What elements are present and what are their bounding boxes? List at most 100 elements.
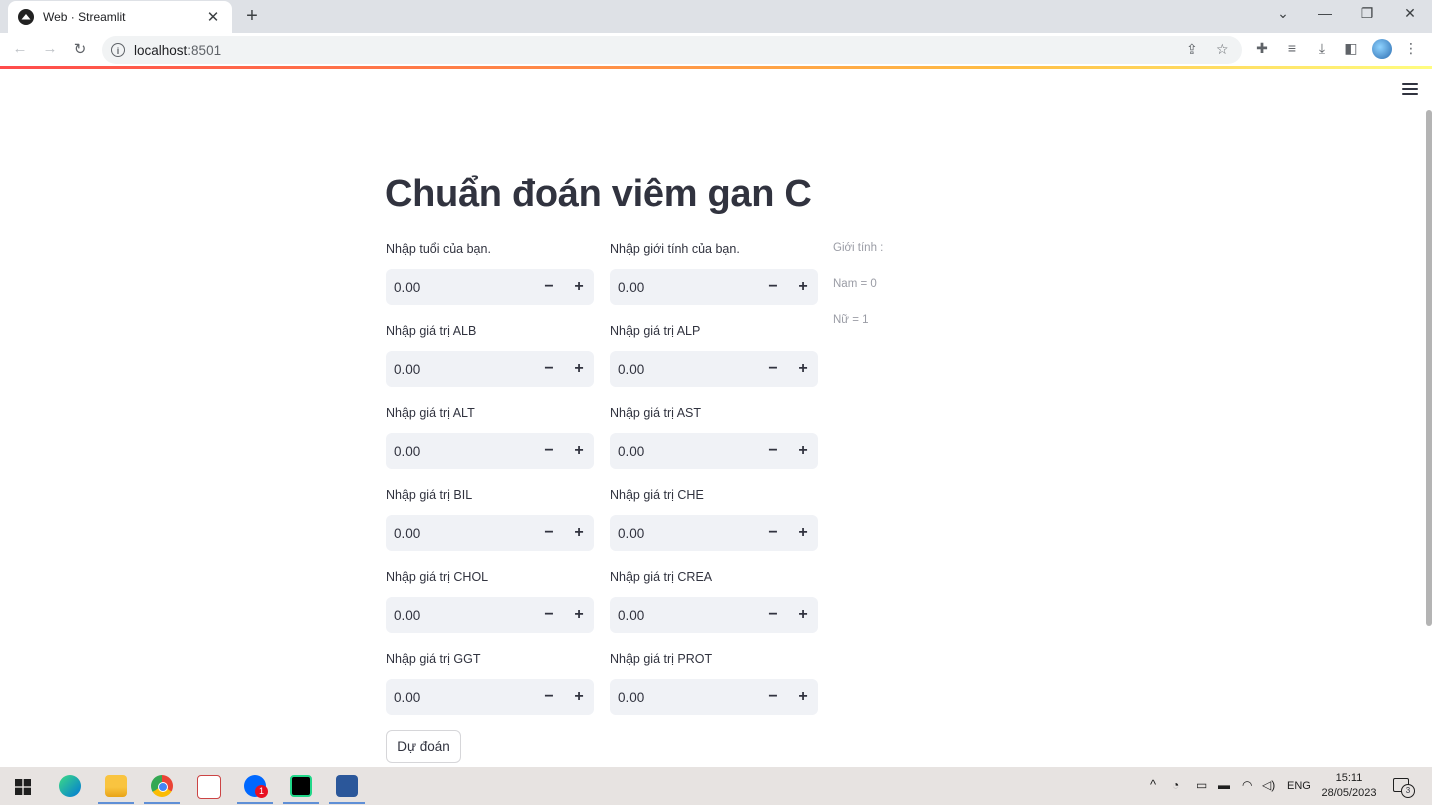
che-decrement-button[interactable]: − bbox=[758, 524, 788, 542]
share-icon[interactable]: ⇪ bbox=[1186, 41, 1198, 58]
chol-number-input[interactable]: 0.00 − + bbox=[386, 597, 594, 633]
alt-increment-button[interactable]: + bbox=[564, 442, 594, 460]
ast-label: Nhập giá trị AST bbox=[610, 406, 702, 420]
prot-increment-button[interactable]: + bbox=[788, 688, 818, 706]
close-window-icon[interactable]: ✕ bbox=[1399, 5, 1421, 22]
ggt-number-input[interactable]: 0.00 − + bbox=[386, 679, 594, 715]
gender-decrement-button[interactable]: − bbox=[758, 278, 788, 296]
gender-value[interactable]: 0.00 bbox=[610, 280, 758, 295]
bil-number-input[interactable]: 0.00 − + bbox=[386, 515, 594, 551]
side-panel-icon[interactable]: ◧ bbox=[1341, 40, 1361, 57]
ast-number-input[interactable]: 0.00 − + bbox=[610, 433, 818, 469]
page-scrollbar[interactable] bbox=[1426, 110, 1432, 626]
gender-increment-button[interactable]: + bbox=[788, 278, 818, 296]
edge-browser-icon[interactable] bbox=[59, 775, 81, 797]
file-explorer-icon[interactable] bbox=[105, 775, 127, 797]
crea-number-input[interactable]: 0.00 − + bbox=[610, 597, 818, 633]
browser-menu-icon[interactable]: ⋮ bbox=[1401, 40, 1421, 57]
gender-number-input[interactable]: 0.00 − + bbox=[610, 269, 818, 305]
age-decrement-button[interactable]: − bbox=[534, 278, 564, 296]
predict-button[interactable]: Dự đoán bbox=[386, 730, 461, 763]
notification-center-icon[interactable]: 3 bbox=[1393, 778, 1415, 798]
alt-decrement-button[interactable]: − bbox=[534, 442, 564, 460]
new-tab-button[interactable]: + bbox=[242, 6, 262, 26]
clock-time: 15:11 bbox=[1335, 772, 1363, 784]
che-increment-button[interactable]: + bbox=[788, 524, 818, 542]
alp-number-input[interactable]: 0.00 − + bbox=[610, 351, 818, 387]
profile-avatar[interactable] bbox=[1372, 39, 1392, 59]
extensions-puzzle-icon[interactable]: ✚ bbox=[1252, 40, 1272, 57]
app-menu-icon[interactable] bbox=[1402, 83, 1418, 98]
prot-number-input[interactable]: 0.00 − + bbox=[610, 679, 818, 715]
ast-decrement-button[interactable]: − bbox=[758, 442, 788, 460]
restore-window-icon[interactable]: ❐ bbox=[1356, 5, 1378, 22]
windows-start-icon[interactable] bbox=[15, 779, 31, 795]
alb-increment-button[interactable]: + bbox=[564, 360, 594, 378]
browser-tab-streamlit[interactable]: Web · Streamlit ✕ bbox=[8, 1, 232, 33]
alp-value[interactable]: 0.00 bbox=[610, 362, 758, 377]
volume-icon[interactable]: ◁) bbox=[1262, 778, 1275, 792]
zalo-icon[interactable]: 1 bbox=[244, 775, 268, 798]
network-status-icon[interactable]: ◔ bbox=[1172, 778, 1179, 792]
bil-decrement-button[interactable]: − bbox=[534, 524, 564, 542]
age-increment-button[interactable]: + bbox=[564, 278, 594, 296]
media-queue-icon[interactable]: ≡ bbox=[1282, 40, 1302, 56]
age-number-input[interactable]: 0.00 − + bbox=[386, 269, 594, 305]
bookmark-star-icon[interactable]: ☆ bbox=[1216, 41, 1229, 58]
alb-decrement-button[interactable]: − bbox=[534, 360, 564, 378]
prot-decrement-button[interactable]: − bbox=[758, 688, 788, 706]
show-hidden-icons-chevron-icon[interactable]: ^ bbox=[1150, 777, 1156, 792]
crea-increment-button[interactable]: + bbox=[788, 606, 818, 624]
gender-note-heading: Giới tính : bbox=[833, 242, 884, 254]
windows-taskbar: 1 ^ ◔ ▭ ▬ ◠ ◁) ENG 15:11 28/05/2023 3 bbox=[0, 767, 1432, 805]
ggt-value[interactable]: 0.00 bbox=[386, 690, 534, 705]
input-language[interactable]: ENG bbox=[1287, 780, 1311, 792]
minimize-window-icon[interactable]: — bbox=[1314, 5, 1336, 21]
download-icon[interactable]: ⤓ bbox=[1312, 40, 1332, 57]
gender-label: Nhập giới tính của bạn. bbox=[610, 242, 740, 256]
ast-value[interactable]: 0.00 bbox=[610, 444, 758, 459]
ast-increment-button[interactable]: + bbox=[788, 442, 818, 460]
che-label: Nhập giá trị CHE bbox=[610, 488, 704, 502]
chol-increment-button[interactable]: + bbox=[564, 606, 594, 624]
alp-decrement-button[interactable]: − bbox=[758, 360, 788, 378]
crea-value[interactable]: 0.00 bbox=[610, 608, 758, 623]
address-bar[interactable]: i localhost:8501 ⇪ ☆ bbox=[102, 36, 1242, 64]
che-value[interactable]: 0.00 bbox=[610, 526, 758, 541]
chrome-browser-icon[interactable] bbox=[151, 775, 173, 797]
che-number-input[interactable]: 0.00 − + bbox=[610, 515, 818, 551]
alb-number-input[interactable]: 0.00 − + bbox=[386, 351, 594, 387]
reload-icon[interactable]: ↻ bbox=[70, 40, 90, 58]
tab-close-icon[interactable]: ✕ bbox=[204, 8, 222, 26]
age-value[interactable]: 0.00 bbox=[386, 280, 534, 295]
word-icon[interactable] bbox=[336, 775, 358, 797]
meet-now-icon[interactable]: ▭ bbox=[1196, 778, 1207, 792]
ggt-decrement-button[interactable]: − bbox=[534, 688, 564, 706]
tab-search-dropdown-icon[interactable]: ⌄ bbox=[1272, 5, 1294, 22]
crea-label: Nhập giá trị CREA bbox=[610, 570, 713, 584]
word-active-indicator bbox=[329, 802, 365, 804]
snipping-tool-icon[interactable] bbox=[197, 775, 221, 799]
forward-arrow-icon[interactable]: → bbox=[40, 40, 60, 57]
ggt-increment-button[interactable]: + bbox=[564, 688, 594, 706]
taskbar-clock[interactable]: 15:11 28/05/2023 bbox=[1318, 771, 1380, 801]
alt-value[interactable]: 0.00 bbox=[386, 444, 534, 459]
zalo-active-indicator bbox=[237, 802, 273, 804]
pycharm-icon[interactable] bbox=[290, 775, 312, 797]
crea-decrement-button[interactable]: − bbox=[758, 606, 788, 624]
back-arrow-icon[interactable]: ← bbox=[10, 40, 30, 57]
page-title: Chuẩn đoán viêm gan C bbox=[385, 173, 812, 215]
alb-value[interactable]: 0.00 bbox=[386, 362, 534, 377]
bil-increment-button[interactable]: + bbox=[564, 524, 594, 542]
bil-value[interactable]: 0.00 bbox=[386, 526, 534, 541]
alp-increment-button[interactable]: + bbox=[788, 360, 818, 378]
wifi-icon[interactable]: ◠ bbox=[1242, 778, 1252, 792]
pycharm-active-indicator bbox=[283, 802, 319, 804]
prot-value[interactable]: 0.00 bbox=[610, 690, 758, 705]
browser-tab-strip: Web · Streamlit ✕ + ⌄ — ❐ ✕ bbox=[0, 0, 1432, 33]
chol-value[interactable]: 0.00 bbox=[386, 608, 534, 623]
alt-number-input[interactable]: 0.00 − + bbox=[386, 433, 594, 469]
battery-icon[interactable]: ▬ bbox=[1218, 778, 1230, 792]
site-info-icon[interactable]: i bbox=[111, 43, 125, 57]
chol-decrement-button[interactable]: − bbox=[534, 606, 564, 624]
